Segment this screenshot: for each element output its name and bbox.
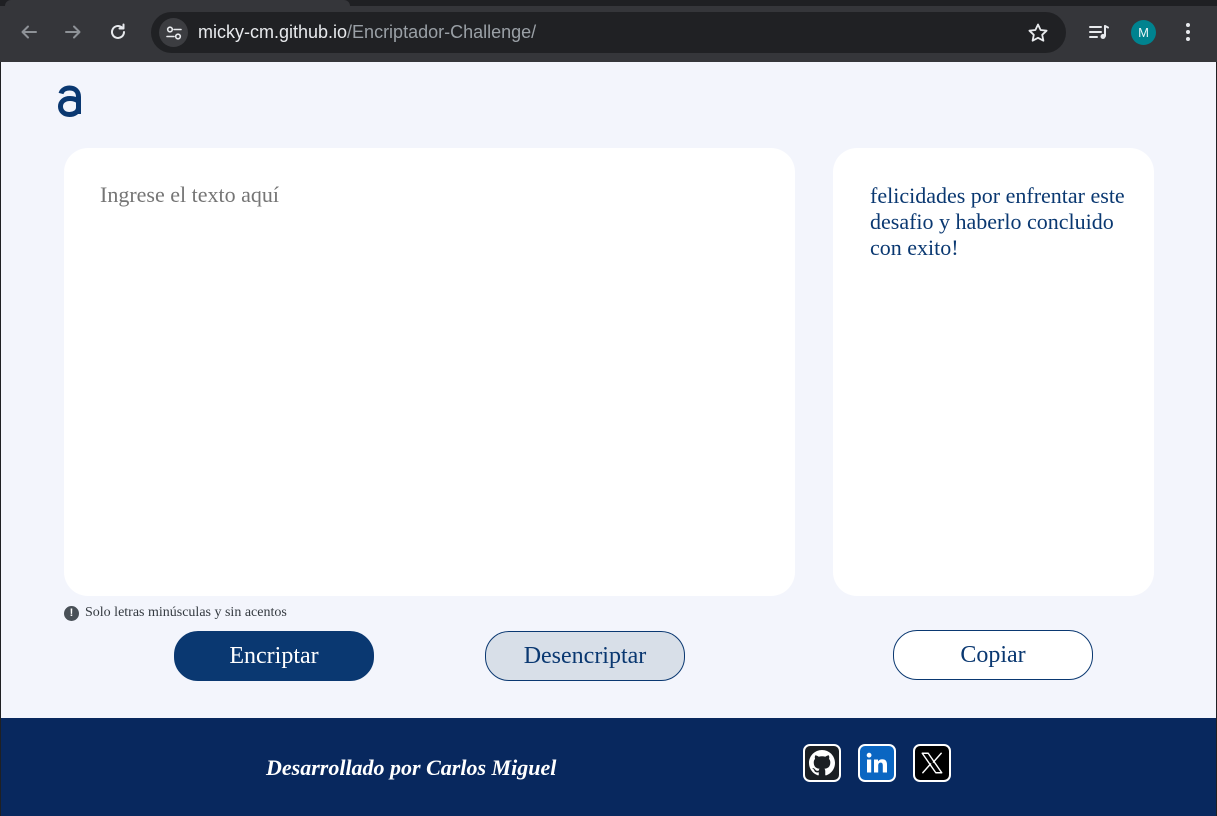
url-host: micky-cm.github.io: [198, 22, 348, 42]
linkedin-icon: [866, 752, 887, 773]
forward-button[interactable]: [58, 17, 88, 47]
bookmark-star-icon: [1028, 23, 1048, 42]
back-icon: [21, 25, 37, 39]
url-text[interactable]: micky-cm.github.io/Encriptador-Challenge…: [198, 22, 536, 43]
url-path: /Encriptador-Challenge/: [347, 22, 537, 42]
copy-button[interactable]: Copiar: [893, 630, 1093, 680]
output-panel: felicidades por enfrentar este desafio y…: [833, 148, 1154, 596]
encrypt-button[interactable]: Encriptar: [174, 631, 374, 681]
decrypt-button[interactable]: Desencriptar: [485, 631, 685, 681]
page-viewport: felicidades por enfrentar este desafio y…: [1, 62, 1216, 816]
reading-list-button[interactable]: [1084, 17, 1114, 47]
github-link[interactable]: [803, 744, 841, 782]
linkedin-link[interactable]: [858, 744, 896, 782]
alura-logo: [57, 85, 81, 118]
profile-avatar[interactable]: M: [1131, 20, 1156, 45]
hint-text: Solo letras minúsculas y sin acentos: [85, 605, 287, 620]
bookmark-button[interactable]: [1026, 21, 1050, 45]
exclamation-icon: !: [64, 605, 79, 621]
back-button[interactable]: [14, 17, 44, 47]
kebab-menu-icon: [1186, 23, 1190, 41]
reading-list-icon: [1089, 25, 1109, 39]
site-settings-icon: [165, 25, 182, 40]
browser-menu-button[interactable]: [1173, 17, 1203, 47]
browser-toolbar: micky-cm.github.io/Encriptador-Challenge…: [0, 0, 1217, 62]
footer-credit: Desarrollado por Carlos Miguel: [266, 755, 557, 780]
output-text: felicidades por enfrentar este desafio y…: [870, 183, 1125, 260]
footer: Desarrollado por Carlos Miguel: [1, 718, 1216, 816]
forward-icon: [65, 25, 81, 39]
reload-button[interactable]: [103, 17, 133, 47]
x-icon: [921, 752, 943, 774]
site-settings-button[interactable]: [159, 18, 188, 47]
hint: ! Solo letras minúsculas y sin acentos: [64, 605, 287, 621]
text-input[interactable]: [100, 182, 750, 208]
active-tab[interactable]: [5, 0, 350, 6]
reload-icon: [111, 23, 125, 39]
address-bar[interactable]: micky-cm.github.io/Encriptador-Challenge…: [151, 12, 1066, 53]
x-link[interactable]: [913, 744, 951, 782]
github-icon: [809, 750, 835, 776]
input-panel[interactable]: [64, 148, 795, 596]
tab-strip: [0, 0, 1217, 6]
